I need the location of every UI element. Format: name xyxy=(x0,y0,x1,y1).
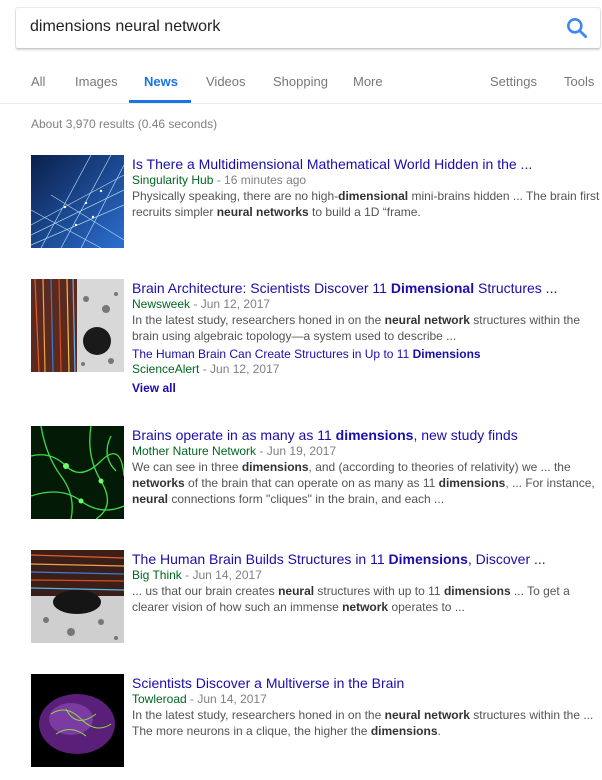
result-title[interactable]: Brain Architecture: Scientists Discover … xyxy=(132,279,602,297)
highlighted-term: neural xyxy=(278,584,315,598)
result-source: Newsweek xyxy=(132,297,191,311)
result-title[interactable]: The Human Brain Builds Structures in 11 … xyxy=(132,550,602,568)
highlighted-term: dimensions xyxy=(443,584,511,598)
highlighted-term: neural xyxy=(132,492,169,506)
highlighted-term: network xyxy=(342,600,389,614)
tab-all[interactable]: All xyxy=(31,74,45,89)
highlighted-term: dimensions xyxy=(241,460,309,474)
tab-news[interactable]: News xyxy=(144,74,178,89)
search-icon[interactable] xyxy=(564,15,590,41)
tab-videos[interactable]: Videos xyxy=(206,74,246,89)
result-snippet: In the latest study, researchers honed i… xyxy=(132,708,594,738)
result-title[interactable]: Scientists Discover a Multiverse in the … xyxy=(132,674,602,692)
result-thumbnail[interactable] xyxy=(31,550,124,643)
result-date: - Jun 19, 2017 xyxy=(259,444,337,458)
related-story-date: - Jun 12, 2017 xyxy=(202,362,280,376)
result-thumbnail[interactable] xyxy=(31,279,124,372)
tab-settings[interactable]: Settings xyxy=(490,74,537,89)
highlighted-term: neural network xyxy=(384,313,470,327)
result-stats: About 3,970 results (0.46 seconds) xyxy=(31,117,218,131)
result-date: - Jun 14, 2017 xyxy=(190,692,267,706)
result-snippet: ... us that our brain creates neural str… xyxy=(132,584,570,614)
tab-more[interactable]: More xyxy=(353,74,383,89)
highlighted-term: Dimensions xyxy=(412,347,481,361)
highlighted-term: neural network xyxy=(384,708,470,722)
highlighted-term: neural networks xyxy=(216,205,309,219)
related-story-title[interactable]: The Human Brain Can Create Structures in… xyxy=(132,346,602,362)
search-input[interactable] xyxy=(30,18,550,36)
result-snippet: Physically speaking, there are no high-d… xyxy=(132,189,600,219)
result-source: Big Think xyxy=(132,568,182,582)
result-thumbnail[interactable] xyxy=(31,155,124,248)
related-story-source: ScienceAlert xyxy=(132,362,200,376)
highlighted-term: dimensional xyxy=(338,189,409,203)
search-box[interactable] xyxy=(16,8,600,48)
result-snippet: In the latest study, researchers honed i… xyxy=(132,313,581,343)
tab-images[interactable]: Images xyxy=(75,74,118,89)
highlighted-term: dimensions xyxy=(370,724,438,738)
result-source: Mother Nature Network xyxy=(132,444,257,458)
highlighted-term: Dimensional xyxy=(390,280,475,296)
active-tab-indicator xyxy=(129,100,191,103)
result-title[interactable]: Brains operate in as many as 11 dimensio… xyxy=(132,426,602,444)
highlighted-term: networks xyxy=(132,476,185,490)
tab-shopping[interactable]: Shopping xyxy=(273,74,328,89)
view-all-link[interactable]: View all xyxy=(132,381,602,395)
result-date: - Jun 14, 2017 xyxy=(185,568,262,582)
result-date: - Jun 12, 2017 xyxy=(193,297,271,311)
highlighted-term: dimensions xyxy=(438,476,506,490)
result-date: - 16 minutes ago xyxy=(216,173,307,187)
tab-tools[interactable]: Tools xyxy=(564,74,594,89)
search-tabs: All Images News Videos Shopping More Set… xyxy=(0,66,602,104)
result-thumbnail[interactable] xyxy=(31,674,124,767)
highlighted-term: dimensions xyxy=(335,427,414,443)
result-snippet: We can see in three dimensions, and (acc… xyxy=(132,460,595,506)
result-title[interactable]: Is There a Multidimensional Mathematical… xyxy=(132,155,602,173)
result-source: Towleroad xyxy=(132,692,187,706)
result-source: Singularity Hub xyxy=(132,173,214,187)
highlighted-term: Dimensions xyxy=(388,551,468,567)
result-thumbnail[interactable] xyxy=(31,426,124,519)
